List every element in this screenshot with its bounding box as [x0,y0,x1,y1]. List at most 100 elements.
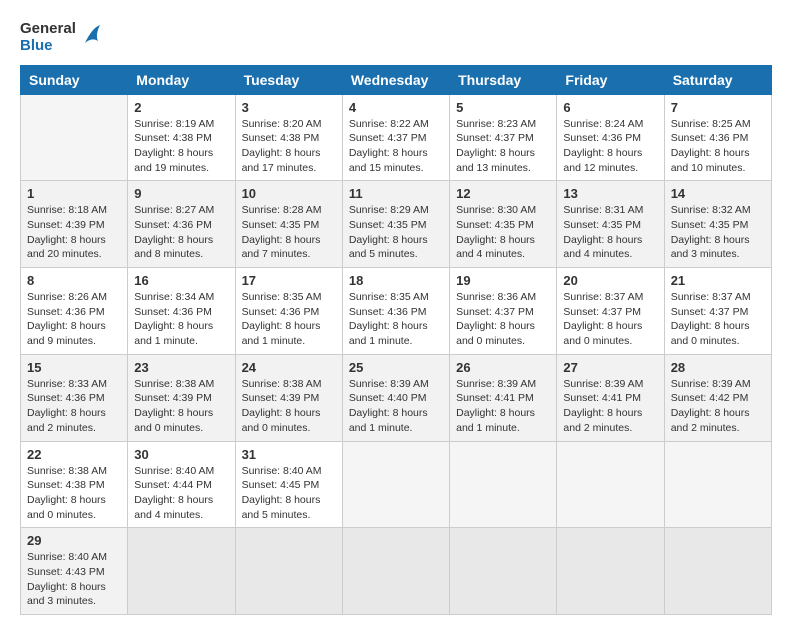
calendar-row-5: 29 Sunrise: 8:40 AMSunset: 4:43 PMDayligh… [21,528,772,615]
day-number: 10 [242,186,336,201]
calendar-cell: 2Sunrise: 8:19 AMSunset: 4:38 PMDaylight… [128,94,235,181]
day-number: 15 [27,360,121,375]
day-info: Sunrise: 8:25 AMSunset: 4:36 PMDaylight:… [671,117,765,176]
day-info: Sunrise: 8:35 AMSunset: 4:36 PMDaylight:… [242,290,336,349]
calendar-row-0: 2Sunrise: 8:19 AMSunset: 4:38 PMDaylight… [21,94,772,181]
header-row: SundayMondayTuesdayWednesdayThursdayFrid… [21,65,772,94]
calendar-cell: 31Sunrise: 8:40 AMSunset: 4:45 PMDayligh… [235,441,342,528]
day-info: Sunrise: 8:20 AMSunset: 4:38 PMDaylight:… [242,117,336,176]
calendar-cell: 29 Sunrise: 8:40 AMSunset: 4:43 PMDayligh… [21,528,128,615]
calendar-cell [128,528,235,615]
day-info: Sunrise: 8:26 AMSunset: 4:36 PMDaylight:… [27,290,121,349]
day-info: Sunrise: 8:38 AMSunset: 4:39 PMDaylight:… [134,377,228,436]
logo-bird-icon [80,23,102,51]
day-info: Sunrise: 8:40 AMSunset: 4:43 PMDaylight:… [27,550,121,609]
day-info: Sunrise: 8:29 AMSunset: 4:35 PMDaylight:… [349,203,443,262]
day-info: Sunrise: 8:40 AMSunset: 4:44 PMDaylight:… [134,464,228,523]
day-number: 22 [27,447,121,462]
day-number: 7 [671,100,765,115]
day-number: 29 [27,533,121,548]
day-info: Sunrise: 8:23 AMSunset: 4:37 PMDaylight:… [456,117,550,176]
calendar-cell [557,441,664,528]
header-cell-saturday: Saturday [664,65,771,94]
calendar-row-1: 1 Sunrise: 8:18 AMSunset: 4:39 PMDaylight… [21,181,772,268]
calendar-cell: 25 Sunrise: 8:39 AMSunset: 4:40 PMDayligh… [342,354,449,441]
day-info: Sunrise: 8:31 AMSunset: 4:35 PMDaylight:… [563,203,657,262]
day-number: 16 [134,273,228,288]
calendar-cell: 18Sunrise: 8:35 AMSunset: 4:36 PMDayligh… [342,268,449,355]
day-info: Sunrise: 8:22 AMSunset: 4:37 PMDaylight:… [349,117,443,176]
page-header: General Blue [20,20,772,55]
day-number: 1 [27,186,121,201]
calendar-cell: 4 Sunrise: 8:22 AMSunset: 4:37 PMDaylight… [342,94,449,181]
day-number: 19 [456,273,550,288]
day-number: 31 [242,447,336,462]
day-number: 21 [671,273,765,288]
day-info: Sunrise: 8:36 AMSunset: 4:37 PMDaylight:… [456,290,550,349]
day-number: 20 [563,273,657,288]
day-number: 4 [349,100,443,115]
day-info: Sunrise: 8:38 AMSunset: 4:39 PMDaylight:… [242,377,336,436]
calendar-cell: 15 Sunrise: 8:33 AMSunset: 4:36 PMDayligh… [21,354,128,441]
calendar-cell [342,441,449,528]
calendar-cell: 13Sunrise: 8:31 AMSunset: 4:35 PMDayligh… [557,181,664,268]
day-info: Sunrise: 8:27 AMSunset: 4:36 PMDaylight:… [134,203,228,262]
logo-text: General Blue [20,20,76,55]
calendar-cell [450,441,557,528]
day-number: 27 [563,360,657,375]
calendar-cell: 17 Sunrise: 8:35 AMSunset: 4:36 PMDayligh… [235,268,342,355]
calendar-cell [664,528,771,615]
day-info: Sunrise: 8:38 AMSunset: 4:38 PMDaylight:… [27,464,121,523]
calendar-cell: 3 Sunrise: 8:20 AMSunset: 4:38 PMDaylight… [235,94,342,181]
day-info: Sunrise: 8:39 AMSunset: 4:42 PMDaylight:… [671,377,765,436]
day-number: 25 [349,360,443,375]
day-info: Sunrise: 8:37 AMSunset: 4:37 PMDaylight:… [563,290,657,349]
day-number: 9 [134,186,228,201]
day-number: 3 [242,100,336,115]
calendar-cell: 23Sunrise: 8:38 AMSunset: 4:39 PMDayligh… [128,354,235,441]
logo: General Blue [20,20,102,55]
day-info: Sunrise: 8:37 AMSunset: 4:37 PMDaylight:… [671,290,765,349]
day-number: 6 [563,100,657,115]
day-info: Sunrise: 8:18 AMSunset: 4:39 PMDaylight:… [27,203,121,262]
calendar-cell: 8 Sunrise: 8:26 AMSunset: 4:36 PMDaylight… [21,268,128,355]
calendar-cell [557,528,664,615]
day-info: Sunrise: 8:34 AMSunset: 4:36 PMDaylight:… [134,290,228,349]
day-number: 8 [27,273,121,288]
day-number: 26 [456,360,550,375]
calendar-cell [664,441,771,528]
header-cell-tuesday: Tuesday [235,65,342,94]
day-info: Sunrise: 8:28 AMSunset: 4:35 PMDaylight:… [242,203,336,262]
day-info: Sunrise: 8:32 AMSunset: 4:35 PMDaylight:… [671,203,765,262]
calendar-cell: 24Sunrise: 8:38 AMSunset: 4:39 PMDayligh… [235,354,342,441]
day-number: 14 [671,186,765,201]
calendar-cell: 11Sunrise: 8:29 AMSunset: 4:35 PMDayligh… [342,181,449,268]
calendar-header: SundayMondayTuesdayWednesdayThursdayFrid… [21,65,772,94]
day-info: Sunrise: 8:39 AMSunset: 4:41 PMDaylight:… [563,377,657,436]
header-cell-friday: Friday [557,65,664,94]
day-info: Sunrise: 8:33 AMSunset: 4:36 PMDaylight:… [27,377,121,436]
calendar-cell: 14 Sunrise: 8:32 AMSunset: 4:35 PMDayligh… [664,181,771,268]
calendar-cell: 9 Sunrise: 8:27 AMSunset: 4:36 PMDaylight… [128,181,235,268]
day-number: 5 [456,100,550,115]
calendar-cell: 30Sunrise: 8:40 AMSunset: 4:44 PMDayligh… [128,441,235,528]
calendar-cell: 22 Sunrise: 8:38 AMSunset: 4:38 PMDayligh… [21,441,128,528]
calendar-cell: 1 Sunrise: 8:18 AMSunset: 4:39 PMDaylight… [21,181,128,268]
calendar-cell [342,528,449,615]
header-cell-sunday: Sunday [21,65,128,94]
calendar-cell: 5 Sunrise: 8:23 AMSunset: 4:37 PMDaylight… [450,94,557,181]
day-info: Sunrise: 8:39 AMSunset: 4:41 PMDaylight:… [456,377,550,436]
header-cell-wednesday: Wednesday [342,65,449,94]
calendar-cell: 19 Sunrise: 8:36 AMSunset: 4:37 PMDayligh… [450,268,557,355]
calendar-cell [235,528,342,615]
calendar-cell: 21 Sunrise: 8:37 AMSunset: 4:37 PMDayligh… [664,268,771,355]
calendar-cell: 12Sunrise: 8:30 AMSunset: 4:35 PMDayligh… [450,181,557,268]
day-info: Sunrise: 8:39 AMSunset: 4:40 PMDaylight:… [349,377,443,436]
day-info: Sunrise: 8:19 AMSunset: 4:38 PMDaylight:… [134,117,228,176]
calendar-row-4: 22 Sunrise: 8:38 AMSunset: 4:38 PMDayligh… [21,441,772,528]
calendar-cell: 6 Sunrise: 8:24 AMSunset: 4:36 PMDaylight… [557,94,664,181]
day-info: Sunrise: 8:24 AMSunset: 4:36 PMDaylight:… [563,117,657,176]
calendar-row-3: 15 Sunrise: 8:33 AMSunset: 4:36 PMDayligh… [21,354,772,441]
day-number: 17 [242,273,336,288]
calendar-table: SundayMondayTuesdayWednesdayThursdayFrid… [20,65,772,616]
